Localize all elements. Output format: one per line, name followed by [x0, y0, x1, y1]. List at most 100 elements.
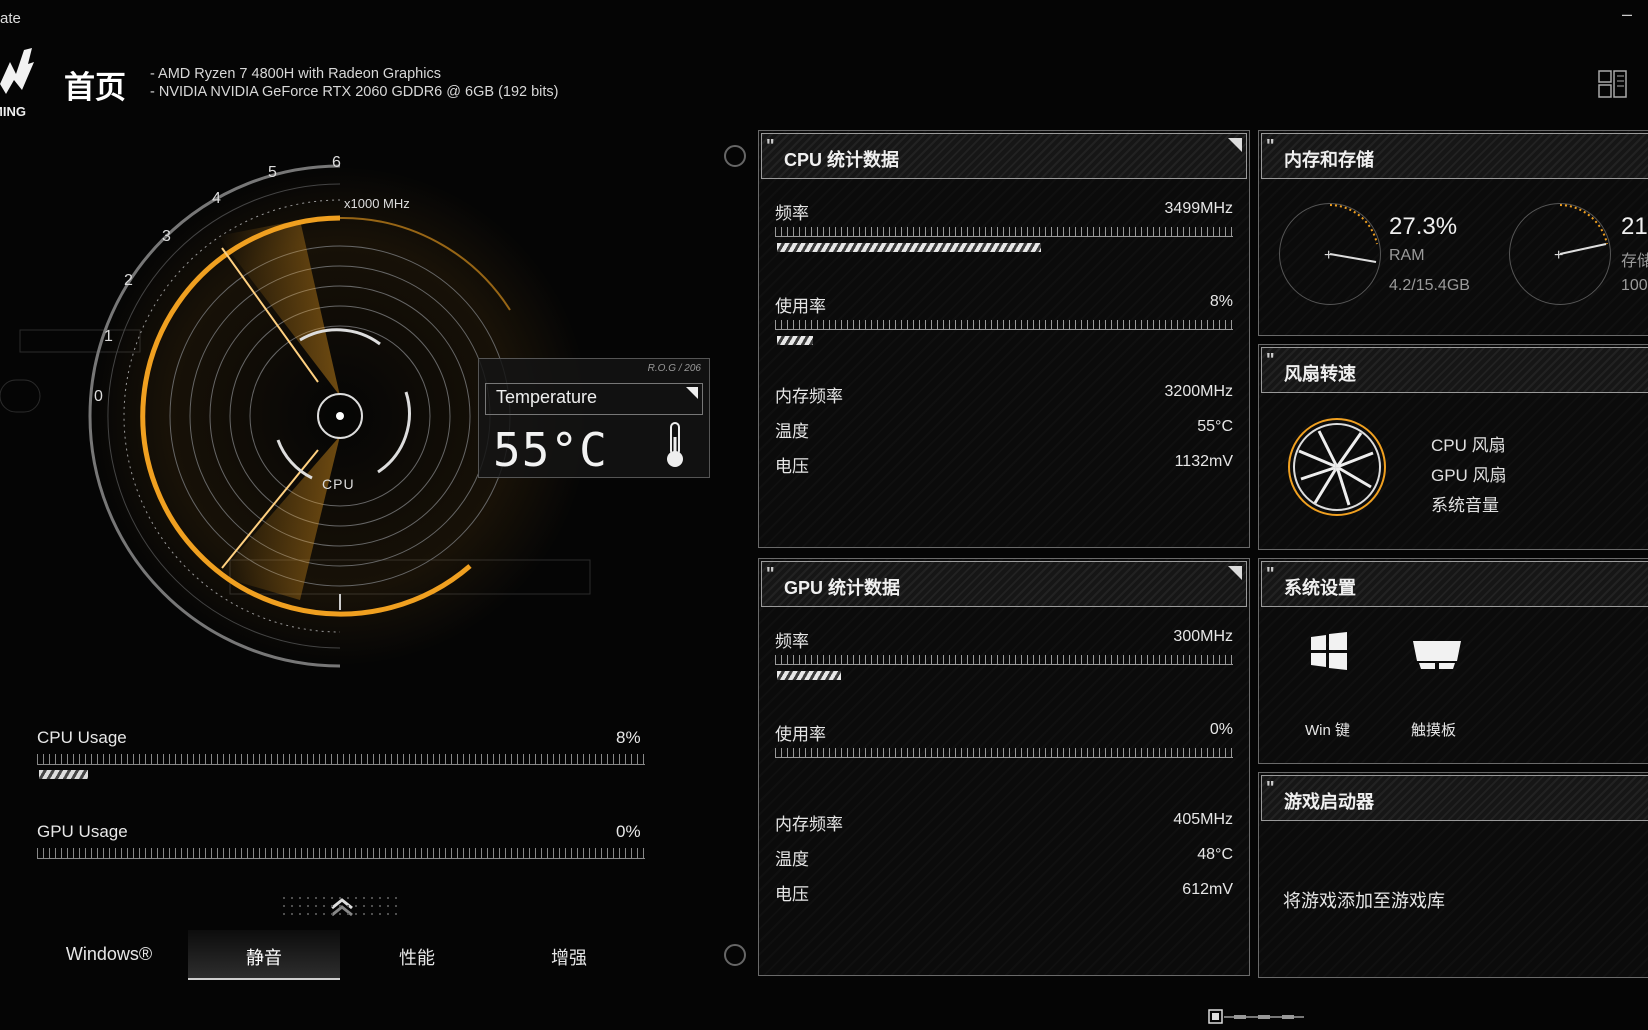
corner-icon[interactable]: [1228, 138, 1242, 152]
gpu-freq-track: [775, 655, 1233, 665]
page-title: 首页: [64, 70, 126, 106]
fan-speed-panel: " 风扇转速 + CPU 风扇 GPU 风扇 系统音量: [1258, 344, 1648, 550]
cpu-freq-label: 频率: [775, 204, 809, 223]
cpu-mem-freq-label: 内存频率: [775, 387, 843, 406]
gauge-center-label: CPU: [322, 476, 355, 492]
cpu-stats-panel: " CPU 统计数据 频率 3499MHz 使用率 8% 内存频率 3200MH…: [758, 130, 1250, 548]
cpu-usage-row-label: 使用率: [775, 297, 826, 316]
memory-panel-header: " 内存和存储: [1261, 133, 1648, 179]
game-panel-header: " 游戏启动器: [1261, 775, 1648, 821]
temperature-label: Temperature: [496, 387, 598, 407]
storage-detail: 100: [1621, 277, 1648, 294]
system-settings-panel: " 系统设置 Win 键 触摸板: [1258, 558, 1648, 764]
gpu-mem-freq-label: 内存频率: [775, 815, 843, 834]
quote-icon: ": [1266, 564, 1275, 584]
temperature-brand: R.O.G / 206: [647, 363, 701, 374]
panel-ring-icon: [724, 145, 746, 167]
quote-icon: ": [1266, 136, 1275, 156]
quote-icon: ": [766, 564, 775, 584]
gpu-usage-value: 0%: [616, 822, 641, 841]
fan-panel-header: " 风扇转速: [1261, 347, 1648, 393]
cpu-temp-value: 55°C: [1197, 418, 1233, 435]
gpu-panel-header: " GPU 统计数据: [761, 561, 1247, 607]
cpu-mem-freq-value: 3200MHz: [1164, 383, 1233, 400]
cpu-volt-value: 1132mV: [1174, 453, 1233, 470]
system-volume-label: 系统音量: [1431, 496, 1499, 515]
ram-detail: 4.2/15.4GB: [1389, 277, 1470, 294]
cpu-fan-label: CPU 风扇: [1431, 436, 1506, 455]
mode-turbo[interactable]: 增强: [494, 944, 644, 970]
memory-storage-panel: " 内存和存储 + 27.3% RAM 4.2/15.4GB + 21 存储 1…: [1258, 130, 1648, 336]
gpu-mem-freq-value: 405MHz: [1173, 811, 1233, 828]
storage-percent: 21: [1621, 213, 1648, 240]
thermometer-icon: [663, 421, 687, 474]
gpu-volt-value: 612mV: [1182, 881, 1233, 898]
quote-icon: ": [1266, 778, 1275, 798]
mode-silent[interactable]: 静音: [189, 944, 339, 970]
cpu-usage-track: [37, 754, 645, 765]
add-game-link[interactable]: 将游戏添加至游戏库: [1283, 887, 1445, 913]
ram-ring: +: [1279, 203, 1381, 305]
windows-key-icon[interactable]: [1309, 631, 1349, 676]
cpu-usage-label: CPU Usage: [37, 728, 127, 747]
gpu-fan-label: GPU 风扇: [1431, 466, 1507, 485]
corner-icon: [686, 387, 698, 399]
gauge-tick-4: 4: [212, 190, 221, 207]
gauge-tick-3: 3: [162, 228, 171, 245]
cpu-freq-value: 3499MHz: [1164, 200, 1233, 217]
fan-icon: +: [1287, 417, 1387, 522]
gpu-usage-track: [37, 848, 645, 859]
cpu-panel-header: " CPU 统计数据: [761, 133, 1247, 179]
cpu-usage-value: 8%: [616, 728, 641, 747]
storage-label: 存储: [1621, 253, 1648, 270]
logo-text: MING: [0, 104, 26, 119]
gpu-freq-value: 300MHz: [1173, 628, 1233, 645]
cpu-info: - AMD Ryzen 7 4800H with Radeon Graphics: [150, 66, 441, 82]
corner-icon[interactable]: [1228, 566, 1242, 580]
dot-grid: [280, 894, 400, 916]
layout-icon[interactable]: [1598, 70, 1628, 98]
gauge-tick-0: 0: [94, 388, 103, 405]
mode-windows[interactable]: Windows®: [34, 944, 184, 965]
win-key-label: Win 键: [1305, 722, 1351, 739]
gpu-temp-label: 温度: [775, 850, 809, 869]
mode-performance[interactable]: 性能: [342, 944, 492, 970]
gauge-tick-6: 6: [332, 154, 341, 171]
game-launcher-panel: " 游戏启动器 将游戏添加至游戏库: [1258, 772, 1648, 978]
gpu-info: - NVIDIA NVIDIA GeForce RTX 2060 GDDR6 @…: [150, 84, 559, 100]
temperature-header: Temperature: [485, 383, 703, 415]
cpu-usage-row-bar: [777, 336, 813, 345]
touchpad-label: 触摸板: [1411, 722, 1457, 739]
gauge-tick-1: 1: [104, 328, 113, 345]
settings-panel-header: " 系统设置: [1261, 561, 1648, 607]
minimize-button[interactable]: –: [1622, 4, 1632, 25]
rog-logo: MING: [0, 44, 40, 122]
cpu-usage-row-value: 8%: [1209, 293, 1233, 310]
cpu-volt-label: 电压: [775, 457, 809, 476]
gpu-freq-bar: [777, 671, 841, 680]
gpu-freq-label: 频率: [775, 632, 809, 651]
gauge-tick-5: 5: [268, 164, 277, 181]
cpu-temp-label: 温度: [775, 422, 809, 441]
gpu-usage-row-label: 使用率: [775, 725, 826, 744]
gpu-volt-label: 电压: [775, 885, 809, 904]
ram-label: RAM: [1389, 247, 1425, 264]
cpu-usage-bar: [39, 770, 88, 779]
temperature-card: R.O.G / 206 Temperature 55°C: [478, 358, 710, 478]
cpu-panel-title: CPU 统计数据: [784, 150, 900, 170]
quote-icon: ": [1266, 350, 1275, 370]
settings-panel-title: 系统设置: [1284, 578, 1356, 598]
game-panel-title: 游戏启动器: [1284, 792, 1374, 812]
gpu-panel-title: GPU 统计数据: [784, 578, 901, 598]
gpu-usage-row-track: [775, 748, 1233, 758]
gpu-temp-value: 48°C: [1197, 846, 1233, 863]
gpu-usage-row-value: 0%: [1209, 721, 1233, 738]
window-title: ate: [0, 10, 21, 27]
cpu-freq-track: [775, 227, 1233, 237]
temperature-value: 55°C: [493, 423, 608, 477]
cpu-usage-row-track: [775, 320, 1233, 330]
page-indicator[interactable]: [1208, 1009, 1308, 1030]
gpu-stats-panel: " GPU 统计数据 频率 300MHz 使用率 0% 内存频率 405MHz …: [758, 558, 1250, 976]
touchpad-icon[interactable]: [1411, 639, 1463, 676]
panel-ring-icon: [724, 944, 746, 966]
